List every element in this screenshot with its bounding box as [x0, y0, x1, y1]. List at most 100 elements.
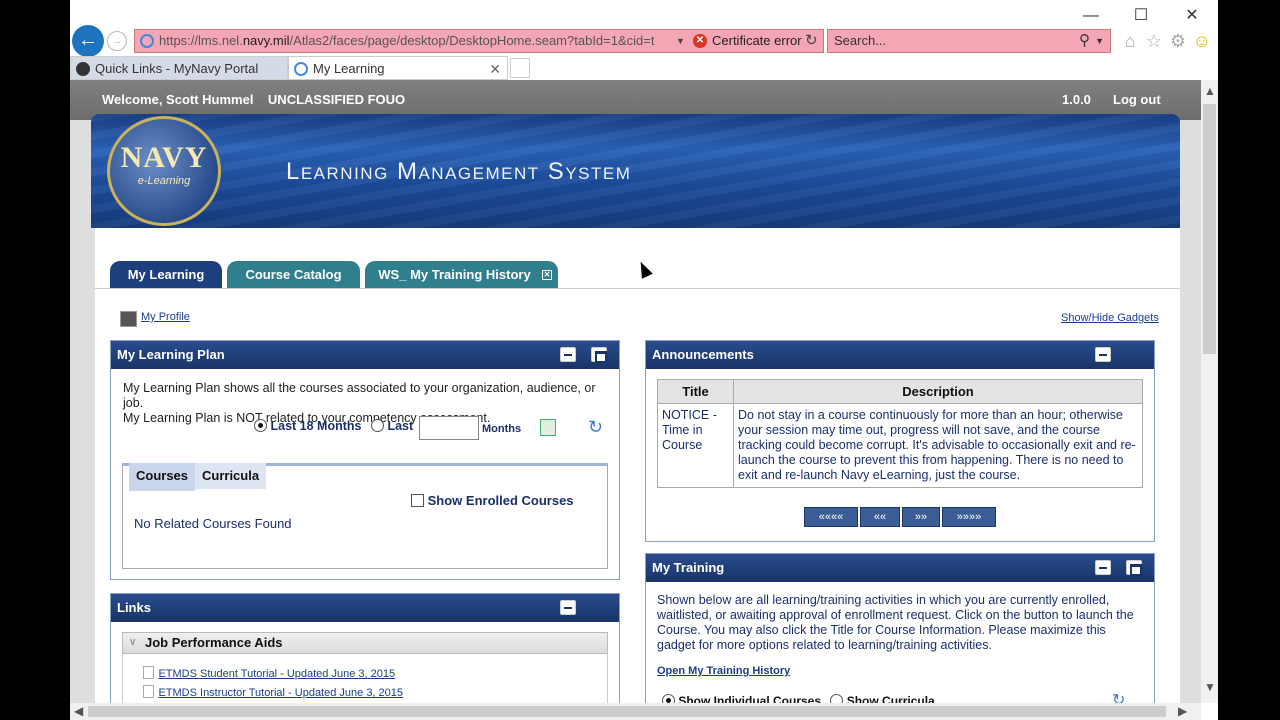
main-content: My Learning Course Catalog WS_ My Traini… — [95, 228, 1180, 703]
subtab-curricula[interactable]: Curricula — [195, 463, 267, 489]
scroll-down-icon[interactable]: ▼ — [1204, 680, 1216, 694]
search-dropdown-icon[interactable]: ▼ — [1095, 30, 1104, 52]
panel-title: Links — [111, 594, 619, 622]
search-box[interactable]: Search... ⚲ ▼ — [827, 29, 1111, 53]
show-hide-gadgets-link[interactable]: Show/Hide Gadgets — [1061, 312, 1159, 324]
home-icon[interactable]: ⌂ — [1120, 31, 1140, 51]
show-enrolled-toggle[interactable]: Show Enrolled Courses — [411, 493, 574, 508]
pager-next-button[interactable]: »» — [902, 507, 940, 527]
announcement-description: Do not stay in a course continuously for… — [733, 403, 1143, 488]
address-bar[interactable]: https://lms.nel.navy.mil/Atlas2/faces/pa… — [134, 29, 824, 53]
favorites-star-icon[interactable]: ☆ — [1144, 31, 1164, 51]
months-label: Months — [482, 423, 522, 435]
tab-training-history[interactable]: WS_ My Training History ✕ — [365, 261, 558, 288]
announcements-pager: «««« «« »» »»»» — [804, 507, 1004, 527]
column-header-description: Description — [733, 379, 1143, 404]
refresh-icon[interactable]: ↻ — [588, 417, 603, 438]
new-tab-button[interactable] — [510, 58, 530, 78]
system-title: Learning Management System — [286, 158, 632, 185]
minimize-panel-icon[interactable] — [1095, 347, 1111, 362]
subtab-courses[interactable]: Courses — [129, 463, 196, 491]
scroll-left-icon[interactable]: ◀ — [74, 704, 83, 718]
pager-first-button[interactable]: «««« — [804, 507, 858, 527]
refresh-icon[interactable]: ↻ — [1112, 690, 1125, 703]
navy-elearning-logo: NAVY e-Learning — [107, 116, 221, 226]
back-button[interactable]: ← — [72, 25, 104, 57]
search-icon[interactable]: ⚲ — [1079, 30, 1090, 52]
horizontal-scroll-thumb[interactable] — [88, 706, 1166, 717]
training-view-options: Show Individual Courses Show Curricula — [662, 694, 935, 703]
close-icon[interactable]: ✕ — [1177, 6, 1207, 26]
url-text[interactable]: https://lms.nel.navy.mil/Atlas2/faces/pa… — [159, 30, 679, 52]
tab-course-catalog[interactable]: Course Catalog — [227, 261, 360, 288]
scroll-right-icon[interactable]: ▶ — [1178, 704, 1187, 718]
radio-last[interactable] — [370, 419, 384, 432]
profile-icon — [120, 311, 137, 327]
my-training-panel: My Training Shown below are all learning… — [645, 553, 1155, 703]
maximize-icon[interactable]: ☐ — [1126, 6, 1156, 26]
filter-row: Last 18 Months Last — [254, 419, 413, 433]
browser-tab-strip: Quick Links - MyNavy Portal My Learning … — [70, 56, 1218, 80]
refresh-icon[interactable]: ↻ — [805, 30, 818, 52]
panel-title: Announcements — [646, 341, 1154, 369]
learning-plan-panel: My Learning Plan My Learning Plan shows … — [110, 340, 620, 580]
pager-last-button[interactable]: »»»» — [942, 507, 996, 527]
maximize-panel-icon[interactable] — [591, 347, 607, 363]
scroll-up-icon[interactable]: ▲ — [1204, 84, 1216, 98]
ie-page-icon — [294, 62, 308, 76]
announcements-table: Title Description NOTICE - Time in Cours… — [657, 379, 1143, 488]
export-icon[interactable] — [540, 419, 556, 436]
empty-courses-message: No Related Courses Found — [134, 516, 292, 531]
list-item: ETMDS Student Tutorial - Updated June 3,… — [143, 664, 395, 682]
document-icon — [143, 666, 154, 679]
address-dropdown-icon[interactable]: ▼ — [676, 30, 685, 52]
browser-tab-quick-links[interactable]: Quick Links - MyNavy Portal — [70, 56, 288, 80]
my-training-description: Shown below are all learning/training ac… — [657, 593, 1134, 652]
minimize-icon[interactable]: — — [1076, 6, 1106, 26]
horizontal-scrollbar[interactable]: ◀ ▶ — [70, 703, 1201, 720]
page-viewport: Welcome, Scott Hummel UNCLASSIFIED FOUO … — [70, 80, 1201, 703]
link-etmds-instructor-tutorial[interactable]: ETMDS Instructor Tutorial - Updated June… — [158, 687, 403, 699]
radio-show-curricula[interactable] — [830, 694, 844, 703]
navy-seal-icon — [76, 62, 90, 76]
lms-banner: NAVY e-Learning Learning Management Syst… — [91, 114, 1180, 228]
show-enrolled-checkbox[interactable] — [411, 494, 424, 507]
smiley-feedback-icon[interactable]: ☺ — [1192, 31, 1212, 51]
radio-show-individual-courses[interactable] — [662, 694, 675, 703]
minimize-panel-icon[interactable] — [560, 600, 576, 615]
job-performance-aids-group[interactable]: ∨ Job Performance Aids — [122, 632, 608, 654]
my-profile-link[interactable]: My Profile — [141, 311, 190, 323]
list-item: ETMDS Instructor Tutorial - Updated June… — [143, 683, 403, 701]
certificate-error-label[interactable]: Certificate error — [712, 30, 802, 52]
column-header-title: Title — [657, 379, 734, 404]
browser-tab-my-learning[interactable]: My Learning ✕ — [288, 56, 508, 80]
forward-button[interactable]: → — [107, 31, 127, 51]
logout-link[interactable]: Log out — [1113, 92, 1161, 107]
links-panel: Links ∨ Job Performance Aids ETMDS Stude… — [110, 593, 620, 703]
certificate-error-icon[interactable]: ✕ — [693, 34, 707, 48]
minimize-panel-icon[interactable] — [1095, 560, 1111, 575]
search-input[interactable]: Search... — [834, 33, 886, 48]
months-input[interactable] — [419, 416, 479, 440]
vertical-scroll-thumb[interactable] — [1203, 104, 1216, 354]
close-tab-icon[interactable]: ✕ — [542, 270, 552, 280]
minimize-panel-icon[interactable] — [560, 347, 576, 362]
vertical-scrollbar[interactable]: ▲ ▼ — [1201, 80, 1218, 703]
open-training-history-link[interactable]: Open My Training History — [657, 665, 790, 677]
tab-my-learning[interactable]: My Learning — [110, 261, 222, 288]
panel-title: My Training — [646, 554, 1154, 582]
pager-prev-button[interactable]: «« — [860, 507, 900, 527]
settings-gear-icon[interactable]: ⚙ — [1168, 31, 1188, 51]
link-etmds-student-tutorial[interactable]: ETMDS Student Tutorial - Updated June 3,… — [158, 668, 395, 680]
radio-last-18-months[interactable] — [254, 419, 267, 432]
browser-window: — ☐ ✕ ← → https://lms.nel.navy.mil/Atlas… — [70, 0, 1218, 720]
links-list: ETMDS Student Tutorial - Updated June 3,… — [122, 654, 608, 703]
announcement-title: NOTICE - Time in Course — [657, 403, 734, 488]
maximize-panel-icon[interactable] — [1126, 560, 1142, 576]
close-tab-icon[interactable]: ✕ — [489, 57, 501, 81]
chevron-down-icon: ∨ — [129, 637, 137, 648]
version-label: 1.0.0 — [1062, 92, 1091, 107]
panel-title: My Learning Plan — [111, 341, 619, 369]
classification-label: UNCLASSIFIED FOUO — [267, 92, 406, 107]
announcements-panel: Announcements Title Description NOTICE -… — [645, 340, 1155, 542]
